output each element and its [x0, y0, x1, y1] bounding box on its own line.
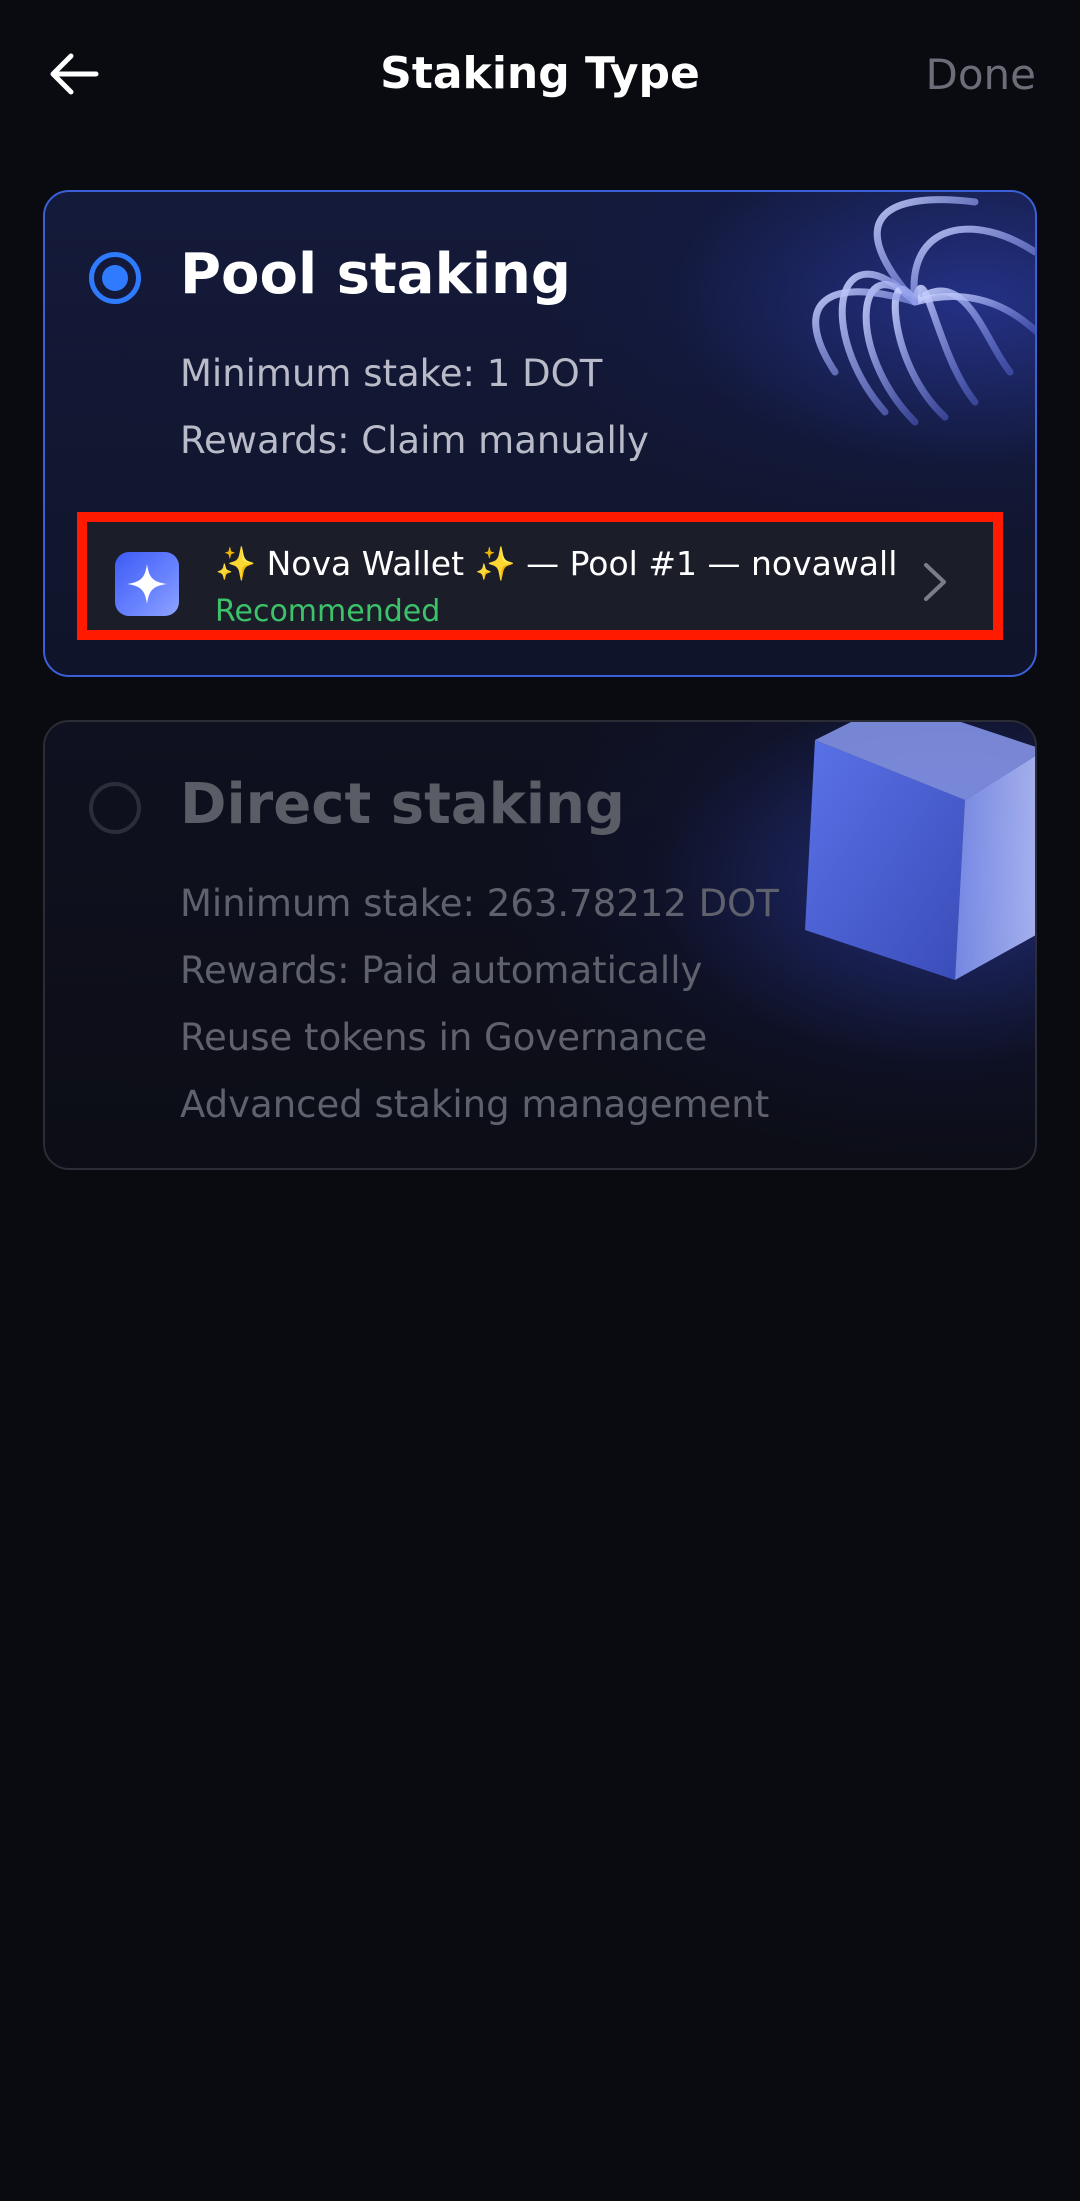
pool-feature-rewards: Rewards: Claim manually	[180, 419, 649, 462]
recommended-badge: Recommended	[215, 594, 441, 629]
pool-staking-radio[interactable]	[89, 252, 141, 304]
direct-feature-governance: Reuse tokens in Governance	[180, 1016, 708, 1059]
direct-feature-rewards: Rewards: Paid automatically	[180, 949, 703, 992]
chevron-right-icon	[924, 563, 946, 601]
direct-staking-card[interactable]: Direct staking Minimum stake: 263.78212 …	[43, 720, 1037, 1170]
direct-staking-title: Direct staking	[180, 772, 626, 837]
direct-staking-radio[interactable]	[89, 782, 141, 834]
page-title: Staking Type	[380, 48, 700, 99]
direct-feature-management: Advanced staking management	[180, 1083, 770, 1126]
pool-name: ✨ Nova Wallet ✨ — Pool #1 — novawall...	[215, 544, 895, 583]
pool-staking-title: Pool staking	[180, 242, 571, 307]
pool-feature-min-stake: Minimum stake: 1 DOT	[180, 352, 603, 395]
nova-wallet-logo-icon	[115, 552, 179, 616]
direct-decoration-icon	[805, 722, 1035, 980]
selected-pool-row[interactable]: ✨ Nova Wallet ✨ — Pool #1 — novawall... …	[77, 512, 1003, 640]
radio-selected-dot	[102, 265, 128, 291]
direct-feature-min-stake: Minimum stake: 263.78212 DOT	[180, 882, 779, 925]
pool-decoration-icon	[812, 196, 1035, 426]
pool-staking-card[interactable]: Pool staking Minimum stake: 1 DOT Reward…	[43, 190, 1037, 677]
top-bar: Staking Type Done	[0, 0, 1080, 156]
done-button[interactable]: Done	[926, 50, 1037, 99]
